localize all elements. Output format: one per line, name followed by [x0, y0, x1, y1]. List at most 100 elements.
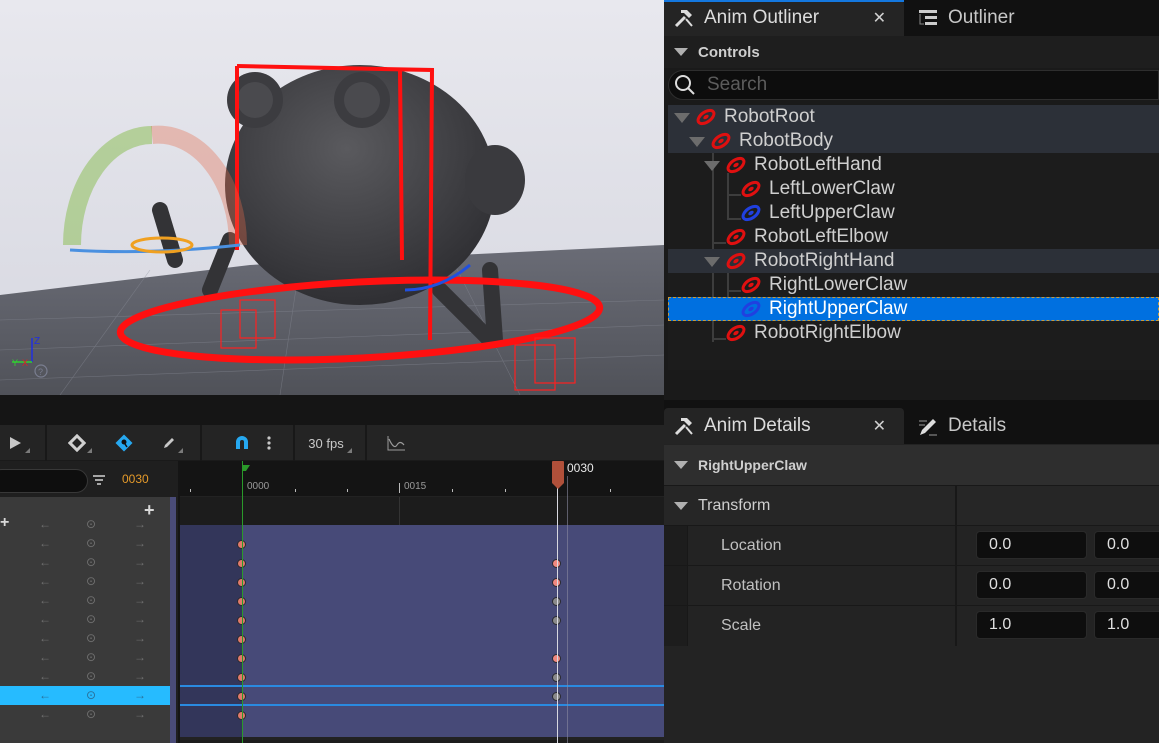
tab-anim-details[interactable]: Anim Details ✕: [664, 408, 904, 444]
prev-key-button[interactable]: ←: [39, 631, 51, 645]
prev-key-button[interactable]: ←: [39, 669, 51, 683]
play-icon: [10, 437, 21, 449]
add-key-button[interactable]: ⊙: [86, 517, 96, 531]
prev-key-button[interactable]: ←: [39, 612, 51, 626]
level-viewport[interactable]: Z Y X ?: [0, 0, 664, 395]
next-key-button[interactable]: →: [134, 574, 146, 588]
expand-triangle-icon[interactable]: [674, 113, 690, 123]
track-row[interactable]: ← ⊙ →: [0, 572, 170, 591]
tree-item[interactable]: RightLowerClaw: [668, 273, 1159, 297]
expand-triangle-icon[interactable]: [689, 137, 705, 147]
tab-anim-outliner[interactable]: Anim Outliner ✕: [664, 0, 904, 36]
next-key-button[interactable]: →: [134, 536, 146, 550]
tab-outliner[interactable]: Outliner: [908, 0, 1088, 36]
prev-key-button[interactable]: ←: [39, 688, 51, 702]
outliner-search-input[interactable]: [707, 74, 1147, 96]
playhead-line[interactable]: [557, 476, 558, 743]
next-key-button[interactable]: →: [134, 688, 146, 702]
numeric-input[interactable]: 0.0: [1094, 571, 1159, 599]
add-key-button[interactable]: ⊙: [86, 574, 96, 588]
next-key-button[interactable]: →: [134, 707, 146, 721]
next-key-button[interactable]: →: [134, 612, 146, 626]
prev-key-button[interactable]: ←: [39, 536, 51, 550]
add-key-button[interactable]: ⊙: [86, 536, 96, 550]
next-key-button[interactable]: →: [134, 555, 146, 569]
auto-key-button[interactable]: [112, 429, 136, 457]
snap-toggle[interactable]: [230, 429, 254, 457]
next-key-button[interactable]: →: [134, 631, 146, 645]
curve-editor-icon: [387, 436, 405, 451]
track-row[interactable]: ← ⊙ →: [0, 534, 170, 553]
add-key-button[interactable]: ⊙: [86, 650, 96, 664]
edit-button[interactable]: [155, 429, 183, 457]
track-row[interactable]: ← ⊙ →: [0, 591, 170, 610]
tree-item[interactable]: RobotLeftElbow: [668, 225, 1159, 249]
current-frame-counter[interactable]: 0030: [122, 472, 149, 486]
filter-icon[interactable]: [92, 473, 106, 487]
add-key-button[interactable]: ⊙: [86, 555, 96, 569]
prev-key-button[interactable]: ←: [39, 517, 51, 531]
track-row[interactable]: ← ⊙ →: [0, 705, 170, 724]
add-key-button[interactable]: ⊙: [86, 593, 96, 607]
numeric-input[interactable]: 0.0: [976, 531, 1087, 559]
track-row[interactable]: ← ⊙ →: [0, 667, 170, 686]
next-key-button[interactable]: →: [134, 650, 146, 664]
timeline-area[interactable]: 0000 0015 0030: [180, 461, 664, 743]
tree-item[interactable]: RobotRightHand: [668, 249, 1159, 273]
transform-section-header[interactable]: Transform: [664, 485, 1159, 526]
close-tab-button[interactable]: ✕: [873, 8, 886, 28]
tree-item[interactable]: RobotRoot: [668, 105, 1159, 129]
add-key-button[interactable]: ⊙: [86, 688, 96, 702]
ruler-label: 0015: [404, 481, 427, 492]
expand-triangle-icon[interactable]: [704, 161, 720, 171]
object-header[interactable]: RightUpperClaw: [664, 445, 1159, 485]
add-key-button[interactable]: ⊙: [86, 631, 96, 645]
numeric-input[interactable]: 0.0: [976, 571, 1087, 599]
next-key-button[interactable]: →: [134, 669, 146, 683]
tree-item[interactable]: RightUpperClaw: [668, 297, 1159, 321]
framerate-dropdown[interactable]: 30 fps: [300, 429, 352, 457]
controls-section-header[interactable]: Controls: [664, 36, 1159, 68]
curve-editor-button[interactable]: [383, 429, 409, 457]
tree-item[interactable]: RobotRightElbow: [668, 321, 1159, 345]
key-button[interactable]: [62, 429, 92, 457]
prev-key-button[interactable]: ←: [39, 650, 51, 664]
viewport-scene[interactable]: Z Y X ?: [0, 0, 664, 395]
add-key-button[interactable]: ⊙: [86, 669, 96, 683]
svg-text:Y: Y: [12, 358, 18, 368]
track-row[interactable]: ← ⊙ →: [0, 610, 170, 629]
close-tab-button[interactable]: ✕: [873, 416, 886, 436]
track-search-input[interactable]: [0, 469, 88, 493]
add-key-button[interactable]: ⊙: [86, 707, 96, 721]
keyframe-area[interactable]: [180, 525, 664, 737]
expand-triangle-icon[interactable]: [704, 257, 720, 267]
prev-key-button[interactable]: ←: [39, 555, 51, 569]
outliner-search-box[interactable]: [668, 70, 1159, 100]
next-key-button[interactable]: →: [134, 517, 146, 531]
prev-key-button[interactable]: ←: [39, 593, 51, 607]
track-row[interactable]: ← ⊙ →: [0, 686, 170, 705]
tree-item[interactable]: LeftLowerClaw: [668, 177, 1159, 201]
snap-options-button[interactable]: [260, 429, 278, 457]
numeric-input[interactable]: 0.0: [1094, 531, 1159, 559]
track-row[interactable]: ← ⊙ →: [0, 553, 170, 572]
add-section-button[interactable]: +: [0, 514, 9, 532]
tree-item[interactable]: LeftUpperClaw: [668, 201, 1159, 225]
tree-item-label: LeftLowerClaw: [769, 178, 895, 199]
property-row-scale: Scale 1.0 1.0: [664, 605, 1159, 646]
tree-item[interactable]: RobotLeftHand: [668, 153, 1159, 177]
numeric-input[interactable]: 1.0: [1094, 611, 1159, 639]
tree-item[interactable]: RobotBody: [668, 129, 1159, 153]
numeric-input[interactable]: 1.0: [976, 611, 1087, 639]
track-row[interactable]: ← ⊙ →: [0, 648, 170, 667]
add-key-button[interactable]: ⊙: [86, 612, 96, 626]
tab-details[interactable]: Details: [908, 408, 1088, 444]
sequencer-panel: 30 fps 0030 + ← ⊙ → + ← ⊙ → ← ⊙ → ← ⊙ → ← ⊙ → ← ⊙ → ← ⊙ → ← ⊙ → ←…: [0, 395, 664, 743]
prev-key-button[interactable]: ←: [39, 574, 51, 588]
play-button[interactable]: [0, 429, 30, 457]
playhead-handle[interactable]: [552, 461, 564, 491]
prev-key-button[interactable]: ←: [39, 707, 51, 721]
track-row[interactable]: ← ⊙ → +: [0, 514, 170, 534]
next-key-button[interactable]: →: [134, 593, 146, 607]
track-row[interactable]: ← ⊙ →: [0, 629, 170, 648]
